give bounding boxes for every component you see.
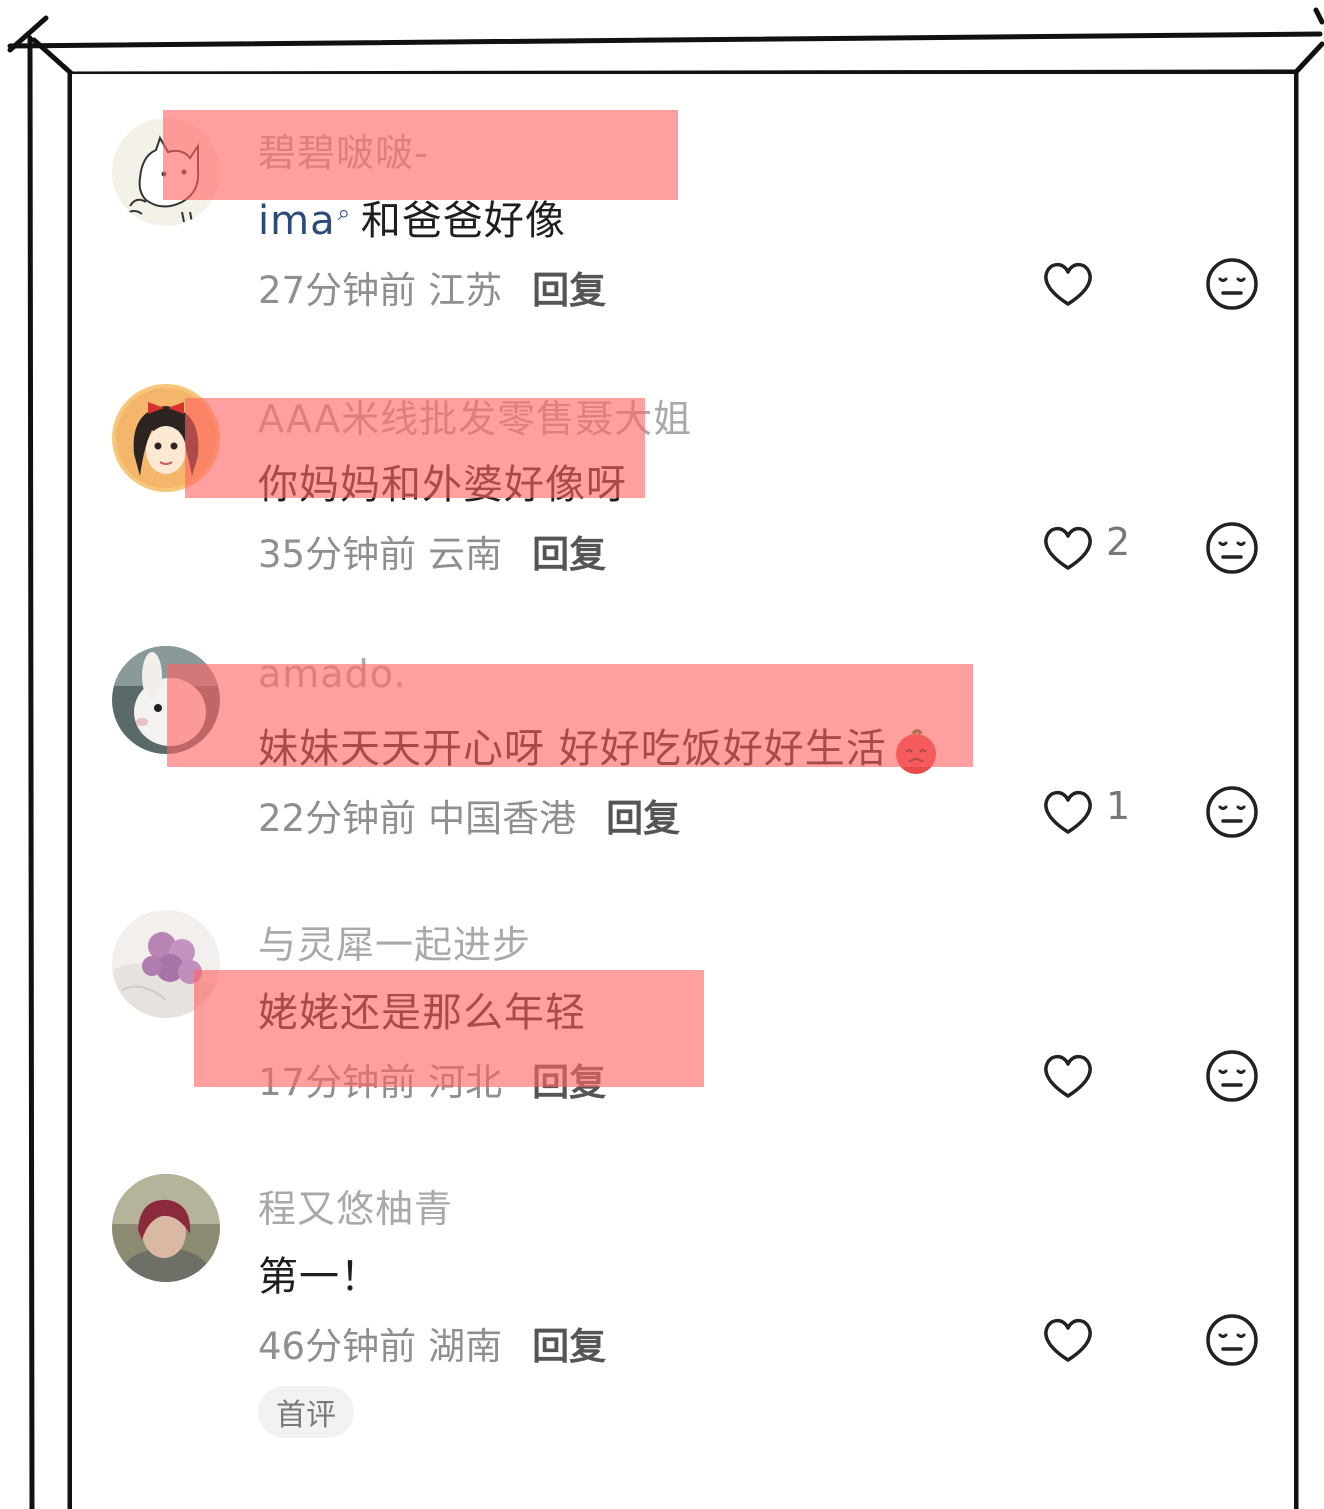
first-comment-badge: 首评 [258, 1386, 354, 1438]
cat-doodle-avatar-icon [112, 118, 220, 226]
dislike-button[interactable] [1204, 520, 1260, 576]
reply-button[interactable]: 回复 [532, 269, 606, 312]
neutral-face-icon [1206, 1314, 1258, 1366]
strawberry-sticker-icon [895, 729, 936, 774]
heart-icon [1044, 1318, 1092, 1362]
reply-button[interactable]: 回复 [606, 797, 680, 840]
dislike-button[interactable] [1204, 256, 1260, 312]
like-button[interactable] [1040, 1314, 1096, 1366]
location: 江苏 [428, 269, 503, 312]
heart-icon [1044, 1054, 1092, 1098]
neutral-face-icon [1206, 258, 1258, 310]
comment-body: 妹妹天天开心呀 好好吃饭好好生活 [258, 726, 887, 772]
heart-icon [1044, 262, 1092, 306]
neutral-face-icon [1206, 786, 1258, 838]
comment-meta: 17分钟前 河北 回复 [258, 1052, 606, 1106]
like-button[interactable] [1040, 258, 1096, 310]
reply-button[interactable]: 回复 [532, 1325, 606, 1368]
reply-button[interactable]: 回复 [532, 1061, 606, 1104]
rabbit-avatar-icon [112, 646, 220, 754]
username[interactable]: 与灵犀一起进步 [258, 914, 531, 969]
location: 湖南 [428, 1325, 503, 1368]
comment-body: 和爸爸好像 [360, 198, 566, 244]
username[interactable]: amado. [258, 652, 406, 696]
like-button[interactable] [1040, 1050, 1096, 1102]
comment-meta: 27分钟前 江苏 回复 [258, 260, 606, 314]
girl-photo-avatar-icon [112, 1174, 220, 1282]
anime-girl-avatar-icon [112, 384, 220, 492]
like-count: 2 [1106, 520, 1131, 564]
timestamp: 22分钟前 [258, 797, 417, 840]
neutral-face-icon [1206, 1050, 1258, 1102]
username[interactable]: 碧碧啵啵- [258, 122, 429, 177]
dislike-button[interactable] [1204, 1048, 1260, 1104]
username[interactable]: AAA米线批发零售聂大姐 [258, 388, 692, 443]
location: 云南 [428, 533, 503, 576]
location: 中国香港 [428, 797, 577, 840]
dislike-button[interactable] [1204, 784, 1260, 840]
search-icon[interactable]: ⌕ [338, 201, 351, 226]
comment-text: 第一！ [258, 1254, 381, 1300]
reply-button[interactable]: 回复 [532, 533, 606, 576]
neutral-face-icon [1206, 522, 1258, 574]
avatar[interactable] [112, 118, 220, 226]
heart-icon [1044, 526, 1092, 570]
timestamp: 35分钟前 [258, 533, 417, 576]
timestamp: 27分钟前 [258, 269, 417, 312]
comment-text: 你妈妈和外婆好像呀 [258, 462, 627, 508]
heart-icon [1044, 790, 1092, 834]
like-button[interactable] [1040, 522, 1096, 574]
username[interactable]: 程又悠柚青 [258, 1178, 453, 1233]
avatar[interactable] [112, 910, 220, 1018]
mention-link[interactable]: ima [258, 198, 336, 244]
avatar[interactable] [112, 646, 220, 754]
comment-text: ima⌕ 和爸爸好像 [258, 188, 566, 246]
avatar[interactable] [112, 1174, 220, 1282]
dislike-button[interactable] [1204, 1312, 1260, 1368]
comment-meta: 46分钟前 湖南 回复 [258, 1316, 606, 1370]
avatar[interactable] [112, 384, 220, 492]
roses-avatar-icon [112, 910, 220, 1018]
timestamp: 17分钟前 [258, 1061, 417, 1104]
comment-text: 姥姥还是那么年轻 [258, 990, 586, 1036]
like-button[interactable] [1040, 786, 1096, 838]
location: 河北 [428, 1061, 503, 1104]
comment-meta: 35分钟前 云南 回复 [258, 524, 606, 578]
like-count: 1 [1106, 784, 1131, 828]
timestamp: 46分钟前 [258, 1325, 417, 1368]
comment-text: 妹妹天天开心呀 好好吃饭好好生活 [258, 716, 941, 776]
comment-meta: 22分钟前 中国香港 回复 [258, 788, 680, 842]
